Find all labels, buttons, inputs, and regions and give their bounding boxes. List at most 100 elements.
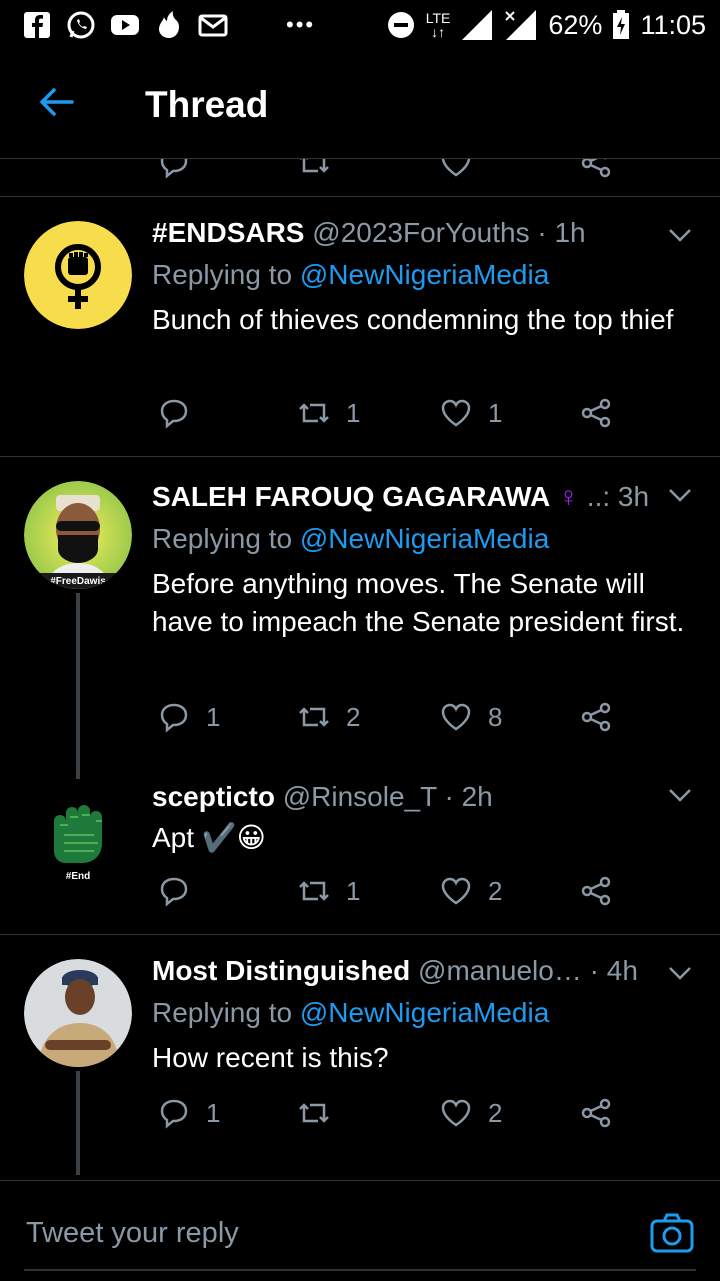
- timestamp: · 2h: [444, 781, 493, 812]
- tweet-text: Bunch of thieves condemning the top thie…: [152, 304, 674, 335]
- handle[interactable]: @Rinsole_T: [283, 781, 437, 812]
- share-icon: [581, 1098, 611, 1128]
- retweet-icon: [299, 707, 329, 727]
- tweet-actions: 1 2: [152, 873, 632, 913]
- tweet-text: Before anything moves. The Senate will h…: [152, 568, 685, 637]
- retweet-icon[interactable]: [296, 159, 332, 181]
- handle[interactable]: @2023ForYouths: [312, 217, 529, 248]
- reply-composer: [0, 1180, 720, 1281]
- display-name[interactable]: #ENDSARS: [152, 217, 304, 248]
- reply-icon: [160, 703, 188, 733]
- chevron-down-icon[interactable]: [666, 781, 694, 809]
- like-icon: [441, 1099, 471, 1127]
- retweet-icon: [299, 1103, 329, 1123]
- avatar[interactable]: #FreeDawis: [24, 481, 132, 589]
- tweet[interactable]: #FreeDawis SALEH FAROUQ GAGARAWA ♀ ..: 3…: [0, 457, 720, 779]
- display-name[interactable]: Most Distinguished: [152, 955, 410, 986]
- like-icon: [441, 877, 471, 905]
- tweet[interactable]: #ENDSARS @2023ForYouths · 1h Replying to…: [0, 197, 720, 455]
- tweet[interactable]: Most Distinguished @manuelo… · 4h Replyi…: [0, 935, 720, 1179]
- timestamp: · 4h: [589, 955, 638, 986]
- reply-button[interactable]: 1: [156, 1095, 220, 1131]
- handle[interactable]: @manuelo…: [418, 955, 582, 986]
- share-icon: [581, 702, 611, 732]
- share-button[interactable]: [578, 699, 614, 735]
- gmail-icon: [198, 10, 228, 40]
- timestamp: · 1h: [537, 217, 586, 248]
- like-icon[interactable]: [438, 159, 474, 181]
- retweet-button[interactable]: 1: [296, 873, 360, 909]
- reply-button[interactable]: [156, 395, 206, 431]
- share-icon[interactable]: [578, 159, 614, 181]
- retweet-icon: [299, 881, 329, 901]
- replying-to: Replying to @NewNigeriaMedia: [152, 997, 550, 1028]
- like-icon: [441, 703, 471, 731]
- share-icon: [581, 876, 611, 906]
- svg-text:#FreeDawis: #FreeDawis: [50, 576, 106, 587]
- retweet-button[interactable]: 1: [296, 395, 360, 431]
- chevron-down-icon[interactable]: [666, 221, 694, 249]
- tweet-meta: SALEH FAROUQ GAGARAWA ♀ ..: 3h: [152, 481, 649, 513]
- avatar[interactable]: [24, 959, 132, 1067]
- tweet[interactable]: #End scepticto @Rinsole_T · 2h Apt ✔️😀 1…: [0, 757, 720, 933]
- chevron-down-icon[interactable]: [666, 959, 694, 987]
- previous-tweet-actions: [0, 159, 720, 197]
- tweet-actions: 1 2: [152, 1095, 632, 1135]
- share-button[interactable]: [578, 1095, 614, 1131]
- retweet-button[interactable]: [296, 1095, 346, 1131]
- signal-icon: [460, 8, 494, 42]
- facebook-icon: [22, 10, 52, 40]
- mention-link[interactable]: @NewNigeriaMedia: [300, 997, 549, 1028]
- no-signal-icon: [504, 8, 538, 42]
- svg-text:#End: #End: [66, 871, 90, 882]
- display-name[interactable]: scepticto: [152, 781, 275, 812]
- like-icon: [441, 399, 471, 427]
- tweet-actions: 1 2 8: [152, 699, 632, 739]
- tweet-actions: 1 1: [152, 395, 632, 435]
- mention-link[interactable]: @NewNigeriaMedia: [300, 259, 549, 290]
- share-button[interactable]: [578, 873, 614, 909]
- avatar[interactable]: #End: [24, 781, 132, 889]
- replying-to: Replying to @NewNigeriaMedia: [152, 259, 550, 290]
- tweet-meta: Most Distinguished @manuelo… · 4h: [152, 955, 638, 987]
- battery-charging-icon: [612, 10, 630, 40]
- tinder-icon: [154, 10, 184, 40]
- female-symbol-icon: ♀: [558, 481, 580, 512]
- display-name[interactable]: SALEH FAROUQ GAGARAWA: [152, 481, 550, 512]
- youtube-icon: [110, 10, 140, 40]
- retweet-button[interactable]: 2: [296, 699, 360, 735]
- reply-icon: [160, 1099, 188, 1129]
- like-button[interactable]: 2: [438, 1095, 502, 1131]
- reply-icon[interactable]: [156, 159, 192, 181]
- tweet-text: Apt ✔️😀: [152, 822, 266, 853]
- whatsapp-icon: [66, 10, 96, 40]
- retweet-icon: [299, 403, 329, 423]
- page-title: Thread: [145, 84, 269, 125]
- reply-input[interactable]: [24, 1209, 608, 1257]
- tweet-meta: scepticto @Rinsole_T · 2h: [152, 781, 493, 813]
- timestamp: 3h: [617, 481, 650, 512]
- like-button[interactable]: 2: [438, 873, 502, 909]
- reply-button[interactable]: [156, 873, 206, 909]
- tweet-meta: #ENDSARS @2023ForYouths · 1h: [152, 217, 586, 249]
- share-icon: [581, 398, 611, 428]
- back-arrow-icon[interactable]: [36, 82, 76, 122]
- share-button[interactable]: [578, 395, 614, 431]
- status-bar: ••• LTE ↓↑ 62% 11:05: [0, 0, 720, 50]
- like-button[interactable]: 8: [438, 699, 502, 735]
- reply-icon: [160, 877, 188, 907]
- app-header: Thread: [0, 60, 720, 159]
- camera-icon[interactable]: [648, 1209, 696, 1257]
- reply-icon: [160, 399, 188, 429]
- input-underline: [24, 1269, 696, 1271]
- reply-button[interactable]: 1: [156, 699, 220, 735]
- handle[interactable]: ..:: [587, 481, 610, 512]
- thread-line: [76, 1071, 80, 1175]
- like-button[interactable]: 1: [438, 395, 502, 431]
- battery-text: 62%: [548, 9, 603, 40]
- mention-link[interactable]: @NewNigeriaMedia: [300, 523, 549, 554]
- avatar[interactable]: [24, 221, 132, 329]
- clock: 11:05: [640, 9, 706, 40]
- chevron-down-icon[interactable]: [666, 481, 694, 509]
- thread-line: [76, 593, 80, 779]
